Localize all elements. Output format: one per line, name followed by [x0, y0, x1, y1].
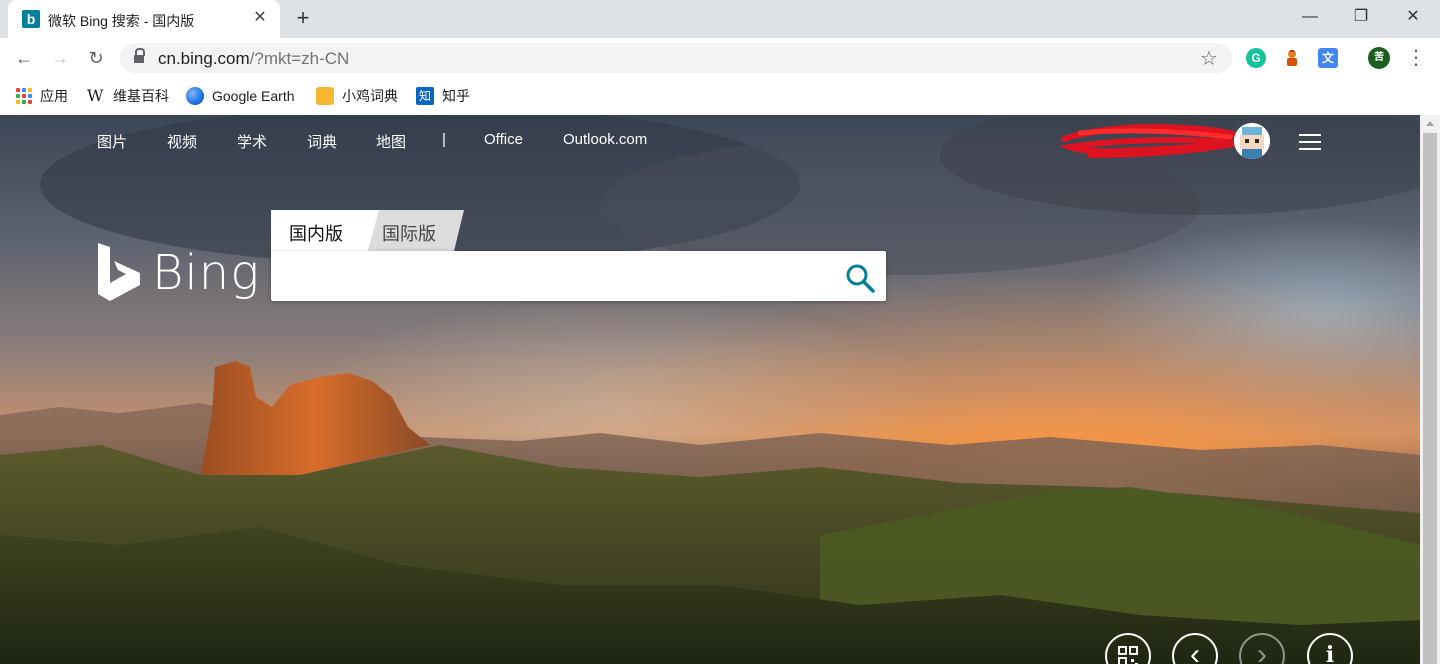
- info-icon: i: [1325, 642, 1335, 664]
- scroll-up-arrow-icon[interactable]: [1426, 121, 1434, 126]
- nav-images[interactable]: 图片: [97, 131, 127, 152]
- url-host: cn.bing.com: [158, 49, 250, 68]
- page-scrollbar[interactable]: [1420, 115, 1440, 664]
- url-text[interactable]: cn.bing.com/?mkt=zh-CN: [158, 49, 349, 69]
- bing-top-nav: 图片 视频 学术 词典 地图 | Office Outlook.com: [0, 115, 1420, 163]
- search-icon[interactable]: [845, 263, 875, 293]
- browser-toolbar: ← → ↻ cn.bing.com/?mkt=zh-CN ☆ G 文 苦 ⋮: [0, 38, 1440, 78]
- user-avatar[interactable]: [1234, 123, 1270, 159]
- bing-logo-icon[interactable]: [98, 243, 140, 301]
- tab-close-icon[interactable]: ✕: [252, 10, 268, 26]
- nav-videos[interactable]: 视频: [167, 131, 197, 152]
- xiaoji-icon: [316, 87, 334, 105]
- bookmark-apps[interactable]: 应用: [16, 86, 68, 106]
- bookmark-google-earth[interactable]: Google Earth: [186, 86, 295, 106]
- url-path: /?mkt=zh-CN: [249, 49, 350, 68]
- minimize-button[interactable]: —: [1297, 6, 1323, 28]
- bookmark-zhihu[interactable]: 知 知乎: [416, 86, 470, 106]
- profile-avatar[interactable]: 苦: [1368, 47, 1390, 69]
- tab-title: 微软 Bing 搜索 - 国内版: [48, 13, 195, 29]
- address-bar[interactable]: cn.bing.com/?mkt=zh-CN ☆: [120, 43, 1232, 73]
- lock-icon[interactable]: [134, 48, 145, 64]
- google-earth-icon: [186, 87, 204, 105]
- background-landscape-image: [0, 115, 1420, 664]
- bookmark-star-icon[interactable]: ☆: [1200, 46, 1218, 71]
- bookmarks-bar: 应用 W 维基百科 Google Earth 小鸡词典 知 知乎: [0, 78, 1440, 115]
- restore-button[interactable]: ❐: [1348, 6, 1374, 28]
- tab-international-label: 国际版: [382, 224, 436, 244]
- apps-grid-icon: [16, 88, 32, 104]
- bookmark-label: 知乎: [442, 88, 470, 104]
- previous-image-button[interactable]: ‹: [1172, 633, 1218, 664]
- tab-domestic[interactable]: 国内版: [271, 210, 379, 254]
- back-button[interactable]: ←: [12, 46, 36, 70]
- redacted-username-scribble: [1060, 124, 1250, 158]
- window-close-button[interactable]: ✕: [1400, 6, 1426, 28]
- tab-strip: b 微软 Bing 搜索 - 国内版 ✕ + — ❐ ✕: [0, 0, 1440, 38]
- qr-code-icon: [1118, 646, 1138, 664]
- forward-button[interactable]: →: [48, 46, 72, 70]
- bing-logo-text: Bing: [152, 245, 260, 301]
- reload-button[interactable]: ↻: [84, 46, 108, 70]
- translate-icon[interactable]: 文: [1318, 48, 1338, 68]
- character-extension-icon[interactable]: [1282, 48, 1302, 68]
- nav-maps[interactable]: 地图: [376, 131, 406, 152]
- tab-domestic-label: 国内版: [289, 224, 343, 244]
- hamburger-menu-icon[interactable]: [1299, 134, 1321, 150]
- browser-menu-icon[interactable]: ⋮: [1406, 46, 1426, 70]
- nav-office[interactable]: Office: [484, 131, 523, 148]
- nav-separator: |: [442, 131, 446, 148]
- bing-favicon-icon: b: [22, 10, 40, 28]
- nav-dictionary[interactable]: 词典: [307, 131, 337, 152]
- chevron-left-icon: ‹: [1190, 638, 1200, 664]
- chevron-right-icon: ›: [1257, 638, 1267, 664]
- qr-code-button[interactable]: [1105, 633, 1151, 664]
- bookmark-label: Google Earth: [212, 88, 295, 104]
- nav-academic[interactable]: 学术: [237, 131, 267, 152]
- bing-homepage: 图片 视频 学术 词典 地图 | Office Outlook.com Bing…: [0, 115, 1420, 664]
- scroll-thumb[interactable]: [1423, 133, 1437, 664]
- search-input[interactable]: [283, 259, 833, 293]
- next-image-button[interactable]: ›: [1239, 633, 1285, 664]
- grammarly-icon[interactable]: G: [1246, 48, 1266, 68]
- nav-outlook[interactable]: Outlook.com: [563, 131, 647, 148]
- new-tab-button[interactable]: +: [292, 7, 314, 30]
- wikipedia-icon: W: [87, 86, 104, 105]
- bookmark-label: 维基百科: [113, 88, 169, 104]
- bookmark-label: 应用: [40, 88, 68, 104]
- search-box: [271, 251, 886, 301]
- bookmark-label: 小鸡词典: [342, 88, 398, 104]
- browser-tab[interactable]: b 微软 Bing 搜索 - 国内版 ✕: [8, 0, 280, 38]
- bookmark-xiaoji[interactable]: 小鸡词典: [316, 86, 398, 106]
- bookmark-wikipedia[interactable]: W 维基百科: [87, 86, 169, 106]
- image-info-button[interactable]: i: [1307, 633, 1353, 664]
- zhihu-icon: 知: [416, 87, 434, 105]
